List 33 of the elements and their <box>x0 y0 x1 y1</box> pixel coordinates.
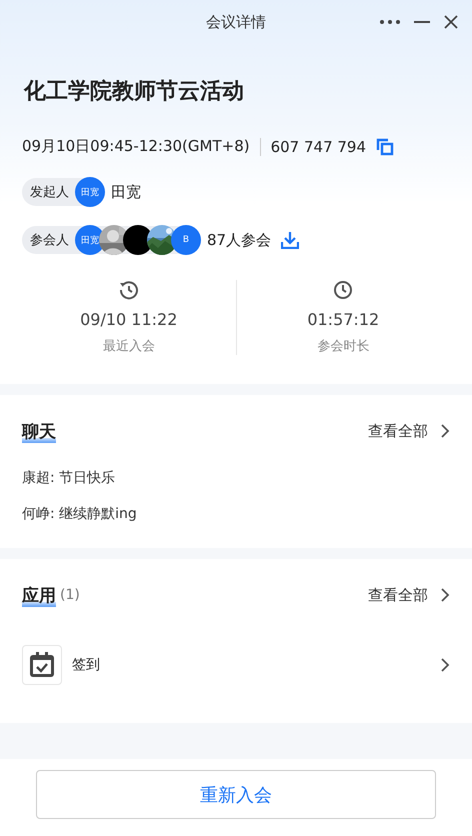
view-all-link[interactable]: 查看全部 <box>368 422 450 440</box>
chevron-right-icon <box>440 657 450 673</box>
history-icon <box>118 280 139 300</box>
stat-value: 01:57:12 <box>307 310 380 329</box>
initiator-name: 田宽 <box>111 182 141 202</box>
meeting-id: 607 747 794 <box>270 138 366 156</box>
window-title: 会议详情 <box>206 12 266 32</box>
close-icon[interactable] <box>444 15 458 29</box>
download-icon[interactable] <box>281 231 300 249</box>
app-name[interactable]: 签到 <box>72 656 430 674</box>
chat-message: 康超: 节日快乐 <box>22 469 116 487</box>
clock-icon <box>333 280 354 300</box>
initiator-tag: 发起人 田宽 <box>22 178 105 206</box>
calendar-check-icon <box>28 651 56 679</box>
stat-label: 最近入会 <box>102 338 155 355</box>
chevron-right-icon <box>440 587 450 603</box>
meeting-time: 09月10日09:45-12:30(GMT+8) <box>22 137 250 156</box>
copy-icon[interactable] <box>376 138 394 156</box>
participants-tag: 参会人 田宽 B <box>22 226 201 254</box>
section-title: 聊天 <box>22 420 56 442</box>
rejoin-button[interactable]: 重新入会 <box>36 770 436 819</box>
app-icon-tile[interactable] <box>22 645 62 685</box>
section-title: 应用 <box>22 584 56 606</box>
participant-count: 87人参会 <box>207 230 272 250</box>
chat-message: 何峥: 继续静默ing <box>22 505 138 523</box>
stat-label: 参会时长 <box>317 338 370 355</box>
app-count: (1) <box>60 587 80 603</box>
view-all-link[interactable]: 查看全部 <box>368 586 450 604</box>
more-icon[interactable] <box>380 20 400 24</box>
meeting-title: 化工学院教师节云活动 <box>22 78 245 106</box>
stat-value: 09/10 11:22 <box>80 310 178 329</box>
chevron-right-icon <box>440 423 450 439</box>
avatar: B <box>171 225 201 255</box>
